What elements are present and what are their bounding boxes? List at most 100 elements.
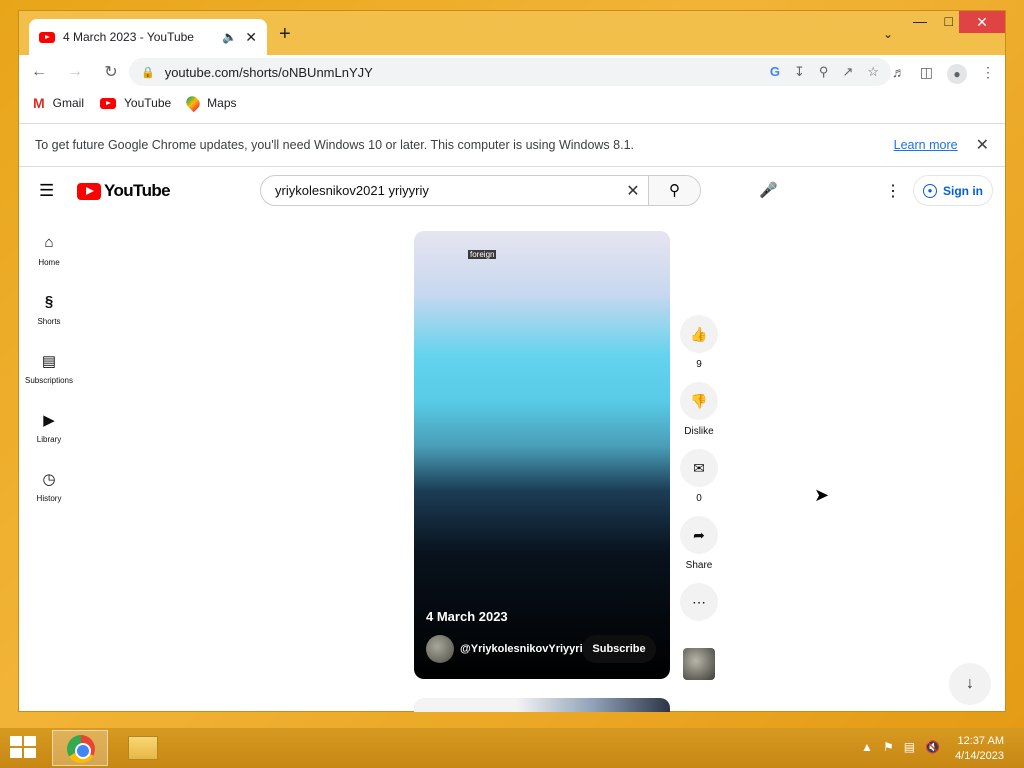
- more-action[interactable]: ⋯: [679, 583, 719, 621]
- bookmark-gmail[interactable]: M Gmail: [33, 95, 84, 111]
- youtube-logo-icon: [77, 182, 101, 200]
- taskbar-file-explorer[interactable]: [114, 730, 170, 766]
- back-button[interactable]: ←: [23, 63, 55, 81]
- overlay-tag: foreign: [468, 250, 497, 259]
- speaker-icon[interactable]: 🔈: [222, 30, 237, 44]
- tab-strip: 4 March 2023 - YouTube 🔈 ✕ + ⌄ — □ ✕: [19, 11, 1005, 55]
- taskbar-clock[interactable]: 12:37 AM 4/14/2023: [955, 734, 1004, 764]
- toolbar: ← → ↻ 🔒 youtube.com/shorts/oNBUnmLnYJY G…: [19, 55, 1005, 89]
- tab-youtube[interactable]: 4 March 2023 - YouTube 🔈 ✕: [29, 19, 267, 55]
- system-tray: ▲ ⚑ ▤ 🔇: [861, 740, 940, 754]
- subscribe-button[interactable]: Subscribe: [582, 635, 656, 663]
- short-actions: 👍 9 👎 Dislike ✉ 0 ➦ Share ⋯: [679, 315, 719, 633]
- address-bar[interactable]: 🔒 youtube.com/shorts/oNBUnmLnYJY G ↧ ⚲ ↗…: [129, 58, 891, 86]
- youtube-logo-text: YouTube: [104, 181, 171, 200]
- maximize-button[interactable]: □: [945, 13, 953, 29]
- youtube-logo[interactable]: YouTube: [77, 181, 171, 201]
- side-panel-icon[interactable]: ◫: [920, 64, 933, 84]
- guide-item-subscriptions[interactable]: ▤ Subscriptions: [19, 339, 79, 398]
- flag-icon[interactable]: ⚑: [883, 740, 894, 754]
- bookmark-label: Maps: [207, 96, 237, 110]
- channel-avatar[interactable]: [426, 635, 454, 663]
- bookmark-star-icon[interactable]: ☆: [867, 64, 879, 80]
- clear-search-icon[interactable]: ✕: [618, 181, 648, 201]
- share-icon[interactable]: ↗: [842, 64, 853, 80]
- close-window-button[interactable]: ✕: [959, 11, 1005, 33]
- volume-muted-icon[interactable]: 🔇: [925, 740, 940, 754]
- channel-name[interactable]: @YriykolesnikovYriyyriy: [460, 643, 589, 655]
- account-icon: ●: [923, 183, 937, 198]
- microphone-icon[interactable]: 🎤: [759, 181, 778, 199]
- browser-window: 4 March 2023 - YouTube 🔈 ✕ + ⌄ — □ ✕ ← →…: [18, 10, 1006, 712]
- bookmark-youtube[interactable]: YouTube: [100, 96, 171, 110]
- subscriptions-icon: ▤: [41, 353, 57, 370]
- clock-time: 12:37 AM: [957, 735, 1004, 747]
- guide-label: History: [36, 494, 62, 503]
- guide-item-library[interactable]: ▶ Library: [19, 398, 79, 457]
- tray-overflow-icon[interactable]: ▲: [861, 740, 873, 754]
- install-icon[interactable]: ↧: [794, 64, 805, 80]
- windows-start-icon[interactable]: [10, 736, 38, 760]
- thumbs-up-icon[interactable]: 👍: [680, 315, 718, 353]
- minimize-button[interactable]: —: [913, 13, 927, 29]
- library-icon: ▶: [43, 412, 55, 429]
- guide-label: Home: [38, 258, 60, 267]
- guide-item-home[interactable]: ⌂ Home: [19, 221, 79, 280]
- share-label: Share: [685, 560, 713, 571]
- reload-button[interactable]: ↻: [95, 62, 127, 82]
- chrome-menu-icon[interactable]: ⋮: [981, 64, 995, 84]
- chrome-icon: [67, 735, 95, 763]
- search-input[interactable]: yriykolesnikov2021 yriyyriy: [261, 183, 618, 198]
- guide-item-shorts[interactable]: § Shorts: [19, 280, 79, 339]
- bookmark-label: YouTube: [124, 96, 172, 110]
- guide-label: Subscriptions: [24, 376, 74, 385]
- forward-button[interactable]: →: [59, 63, 91, 81]
- guide-label: Library: [36, 435, 62, 444]
- sign-in-button[interactable]: ● Sign in: [913, 175, 993, 206]
- clock-date: 4/14/2023: [955, 750, 1004, 762]
- zoom-icon[interactable]: ⚲: [819, 64, 829, 80]
- thumbs-down-icon[interactable]: 👎: [680, 382, 718, 420]
- like-action[interactable]: 👍 9: [679, 315, 719, 370]
- share-action[interactable]: ➦ Share: [679, 516, 719, 571]
- search-icon[interactable]: ⚲: [648, 176, 700, 205]
- infobar-close-icon[interactable]: ✕: [976, 135, 989, 155]
- google-lens-icon[interactable]: G: [770, 64, 780, 80]
- guide-item-history[interactable]: ◷ History: [19, 457, 79, 516]
- new-tab-button[interactable]: +: [279, 23, 291, 46]
- comment-count: 0: [696, 493, 702, 504]
- guide-sidebar: ⌂ Home § Shorts ▤ Subscriptions ▶ Librar…: [19, 221, 79, 516]
- tab-search-icon[interactable]: ⌄: [883, 27, 893, 41]
- next-short-button[interactable]: ↓: [949, 663, 991, 705]
- next-short-preview[interactable]: [414, 698, 670, 712]
- maps-icon: [183, 93, 203, 113]
- youtube-masthead: ☰ YouTube yriykolesnikov2021 yriyyriy ✕ …: [19, 169, 1005, 213]
- bookmarks-bar: M Gmail YouTube Maps: [19, 89, 1005, 117]
- lock-icon[interactable]: 🔒: [141, 66, 155, 79]
- learn-more-link[interactable]: Learn more: [894, 138, 958, 152]
- gmail-icon: M: [33, 95, 45, 111]
- tab-title: 4 March 2023 - YouTube: [63, 30, 194, 44]
- url-text[interactable]: youtube.com/shorts/oNBUnmLnYJY: [165, 65, 770, 80]
- profile-avatar-icon[interactable]: ●: [947, 64, 967, 84]
- tab-close-icon[interactable]: ✕: [245, 29, 257, 46]
- dislike-label: Dislike: [684, 426, 714, 437]
- network-icon[interactable]: ▤: [904, 740, 915, 754]
- folder-icon: [128, 736, 158, 760]
- sound-thumbnail[interactable]: [683, 648, 715, 680]
- media-controls-icon[interactable]: ♬: [892, 64, 906, 84]
- bookmark-maps[interactable]: Maps: [183, 93, 237, 113]
- comments-action[interactable]: ✉ 0: [679, 449, 719, 504]
- settings-kebab-icon[interactable]: ⋮: [885, 181, 901, 201]
- youtube-favicon-icon: [39, 31, 55, 43]
- comment-icon[interactable]: ✉: [680, 449, 718, 487]
- taskbar-chrome[interactable]: [52, 730, 108, 766]
- mouse-cursor-icon: ➤: [814, 485, 830, 505]
- short-title: 4 March 2023: [426, 609, 508, 624]
- short-video-player[interactable]: foreign 4 March 2023 @YriykolesnikovYriy…: [414, 231, 670, 679]
- youtube-icon: [100, 97, 117, 109]
- more-icon[interactable]: ⋯: [680, 583, 718, 621]
- dislike-action[interactable]: 👎 Dislike: [679, 382, 719, 437]
- share-arrow-icon[interactable]: ➦: [680, 516, 718, 554]
- menu-icon[interactable]: ☰: [39, 181, 54, 201]
